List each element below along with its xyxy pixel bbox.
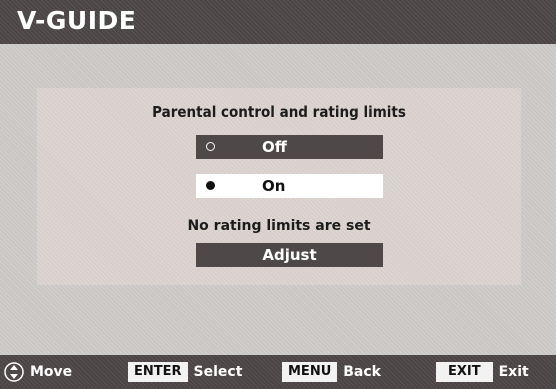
page-title: V-GUIDE <box>17 6 137 35</box>
option-on[interactable]: On <box>196 174 383 198</box>
v-guide-screen: V-GUIDE Parental control and rating limi… <box>0 0 556 389</box>
menu-key[interactable]: MENU <box>282 362 338 382</box>
hint-move: Move <box>4 355 72 389</box>
footer-hint-bar: Move ENTER Select MENU Back EXIT Exit <box>0 355 556 389</box>
navigation-arrows-icon <box>4 362 24 382</box>
adjust-button[interactable]: Adjust <box>196 243 383 267</box>
hint-exit-label: Exit <box>498 364 529 380</box>
hint-back: MENU Back <box>282 355 381 389</box>
parental-control-panel: Parental control and rating limits Off O… <box>37 88 521 285</box>
hint-select: ENTER Select <box>128 355 242 389</box>
hint-move-label: Move <box>30 364 73 380</box>
exit-key[interactable]: EXIT <box>436 362 493 382</box>
hint-exit: EXIT Exit <box>436 355 529 389</box>
hint-select-label: Select <box>193 364 243 380</box>
option-off[interactable]: Off <box>196 135 383 159</box>
enter-key[interactable]: ENTER <box>128 362 188 382</box>
rating-status-text: No rating limits are set <box>187 218 371 234</box>
panel-heading: Parental control and rating limits <box>152 103 406 121</box>
hint-back-label: Back <box>343 364 381 380</box>
option-off-label: Off <box>262 138 287 156</box>
option-on-label: On <box>262 177 286 195</box>
title-bar: V-GUIDE <box>0 0 556 44</box>
radio-selected-icon <box>206 181 215 190</box>
radio-unselected-icon <box>206 142 215 151</box>
